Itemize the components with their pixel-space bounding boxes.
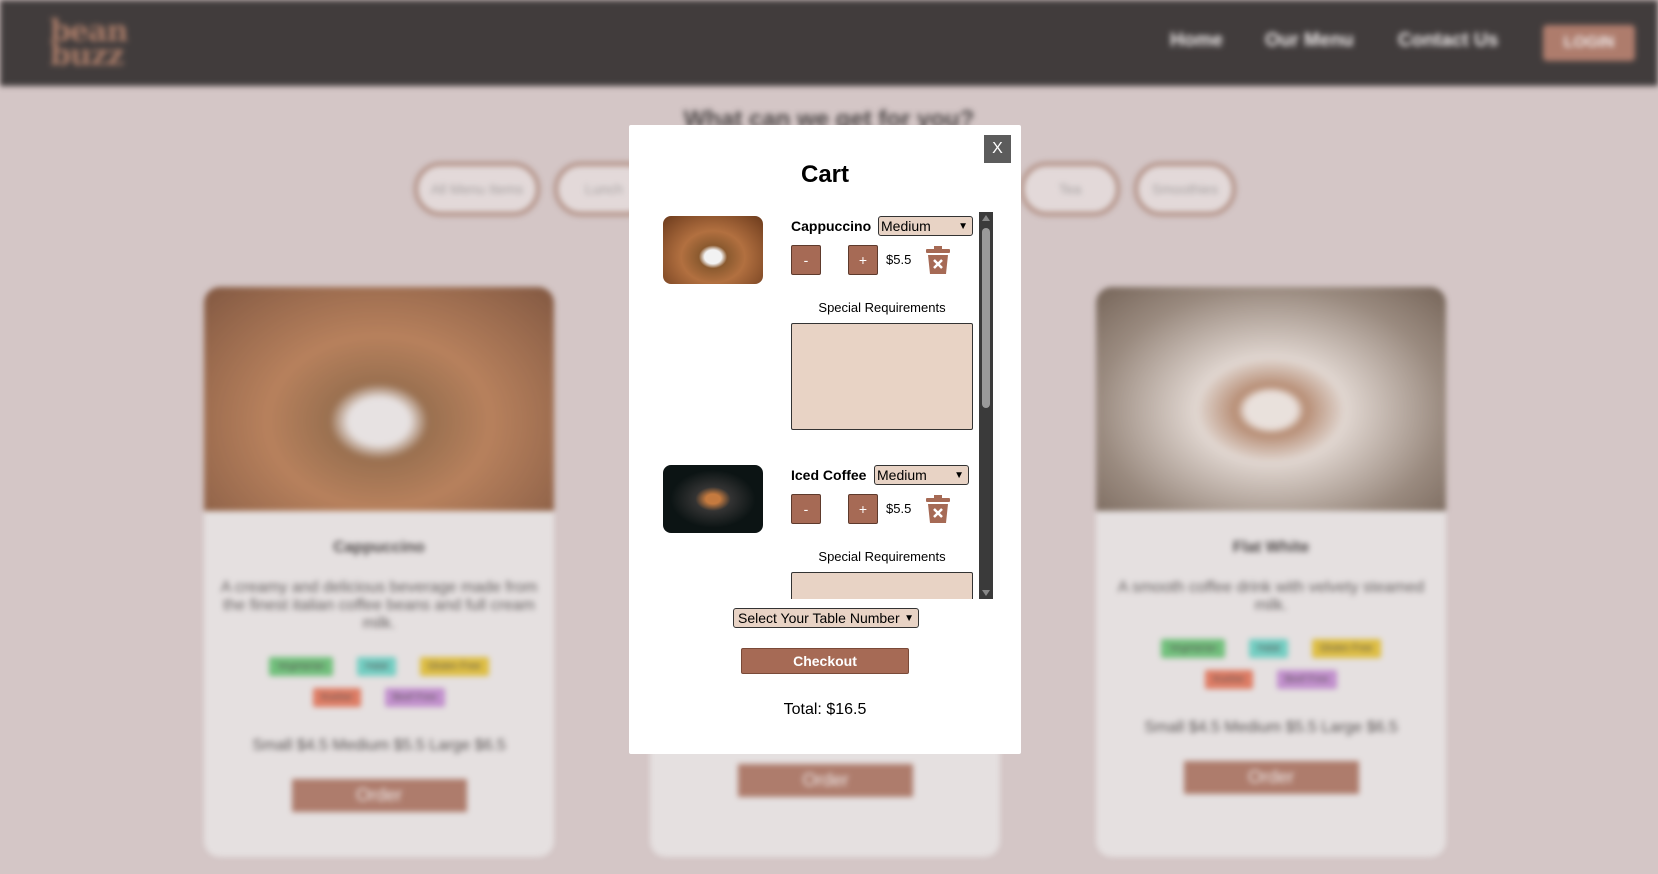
item-price: $5.5 — [886, 252, 912, 267]
cart-scrollbar[interactable] — [979, 212, 993, 599]
close-button[interactable]: X — [984, 135, 1011, 163]
increase-qty-button[interactable]: + — [848, 494, 878, 524]
size-select[interactable]: Medium ▼ — [874, 465, 969, 485]
size-select-value: Medium — [881, 218, 931, 234]
checkout-button[interactable]: Checkout — [741, 648, 909, 674]
special-requirements-label: Special Requirements — [818, 300, 946, 315]
special-requirements-input[interactable] — [791, 323, 973, 430]
table-number-select[interactable]: Select Your Table Number ▼ — [733, 608, 919, 628]
table-select-value: Select Your Table Number — [738, 610, 900, 626]
size-select-value: Medium — [877, 467, 927, 483]
size-select[interactable]: Medium ▼ — [878, 216, 973, 236]
special-requirements-input[interactable] — [791, 572, 973, 599]
cart-title: Cart — [800, 161, 849, 188]
cart-item-list[interactable]: Cappuccino Medium ▼ - 1 + $5.5 Special R… — [663, 212, 999, 599]
decrease-qty-button[interactable]: - — [791, 245, 821, 275]
trash-icon[interactable] — [925, 494, 951, 524]
item-name: Cappuccino — [791, 218, 872, 234]
cart-modal: X Cart Cappuccino Medium ▼ - 1 + $5.5 Sp… — [629, 125, 1021, 754]
item-price: $5.5 — [886, 501, 912, 516]
scroll-down-arrow-icon[interactable] — [982, 590, 990, 596]
trash-icon[interactable] — [925, 245, 951, 275]
item-name: Iced Coffee — [791, 467, 867, 483]
scroll-up-arrow-icon[interactable] — [982, 215, 990, 221]
chevron-down-icon: ▼ — [954, 469, 964, 481]
item-photo — [663, 216, 763, 284]
chevron-down-icon: ▼ — [904, 612, 914, 624]
decrease-qty-button[interactable]: - — [791, 494, 821, 524]
increase-qty-button[interactable]: + — [848, 245, 878, 275]
cart-total: Total: $16.5 — [783, 701, 867, 718]
chevron-down-icon: ▼ — [958, 220, 968, 232]
scrollbar-thumb[interactable] — [982, 228, 990, 408]
item-photo — [663, 465, 763, 533]
special-requirements-label: Special Requirements — [818, 549, 946, 564]
